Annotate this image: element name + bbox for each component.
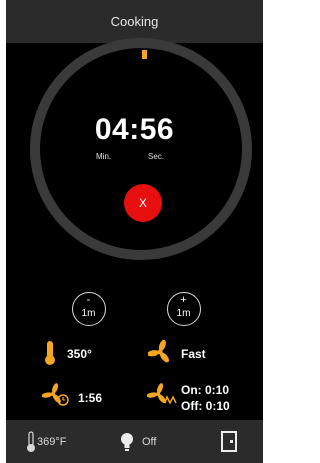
minutes-label: Min. bbox=[96, 152, 112, 161]
add-minute-button[interactable]: + 1m bbox=[167, 292, 201, 326]
cancel-button[interactable]: X bbox=[124, 184, 162, 222]
seconds-label: Sec. bbox=[148, 152, 165, 161]
time-remaining: 04:56 bbox=[94, 113, 175, 146]
light-status[interactable]: Off bbox=[142, 436, 156, 448]
cancel-label: X bbox=[138, 196, 147, 210]
fan-timer-icon bbox=[42, 383, 69, 406]
minus-sign: - bbox=[86, 294, 91, 306]
add-amount: 1m bbox=[176, 308, 191, 319]
status-footer: 369°F Off bbox=[6, 420, 263, 463]
fan-cycle-on[interactable]: On: 0:10 bbox=[181, 383, 229, 397]
thermometer-icon bbox=[45, 341, 55, 365]
fan-cycle-icon bbox=[147, 383, 177, 405]
oven-screen: Cooking 04:56 Min. Sec. X - 1m + 1m 350°… bbox=[6, 0, 263, 463]
fan-duration-setting[interactable]: 1:56 bbox=[78, 391, 102, 405]
timer-track bbox=[30, 38, 252, 260]
subtract-amount: 1m bbox=[81, 308, 96, 319]
door-icon[interactable] bbox=[221, 431, 237, 452]
thermometer-icon bbox=[27, 431, 35, 452]
temperature-setting[interactable]: 350° bbox=[67, 347, 92, 361]
lightbulb-icon[interactable] bbox=[120, 432, 134, 452]
fan-speed-setting[interactable]: Fast bbox=[181, 347, 206, 361]
plus-sign: + bbox=[180, 294, 187, 306]
fan-icon bbox=[148, 340, 169, 363]
fan-cycle-off[interactable]: Off: 0:10 bbox=[181, 399, 230, 413]
oven-temperature: 369°F bbox=[37, 436, 67, 448]
timer-progress-marker bbox=[142, 50, 147, 59]
subtract-minute-button[interactable]: - 1m bbox=[72, 292, 106, 326]
